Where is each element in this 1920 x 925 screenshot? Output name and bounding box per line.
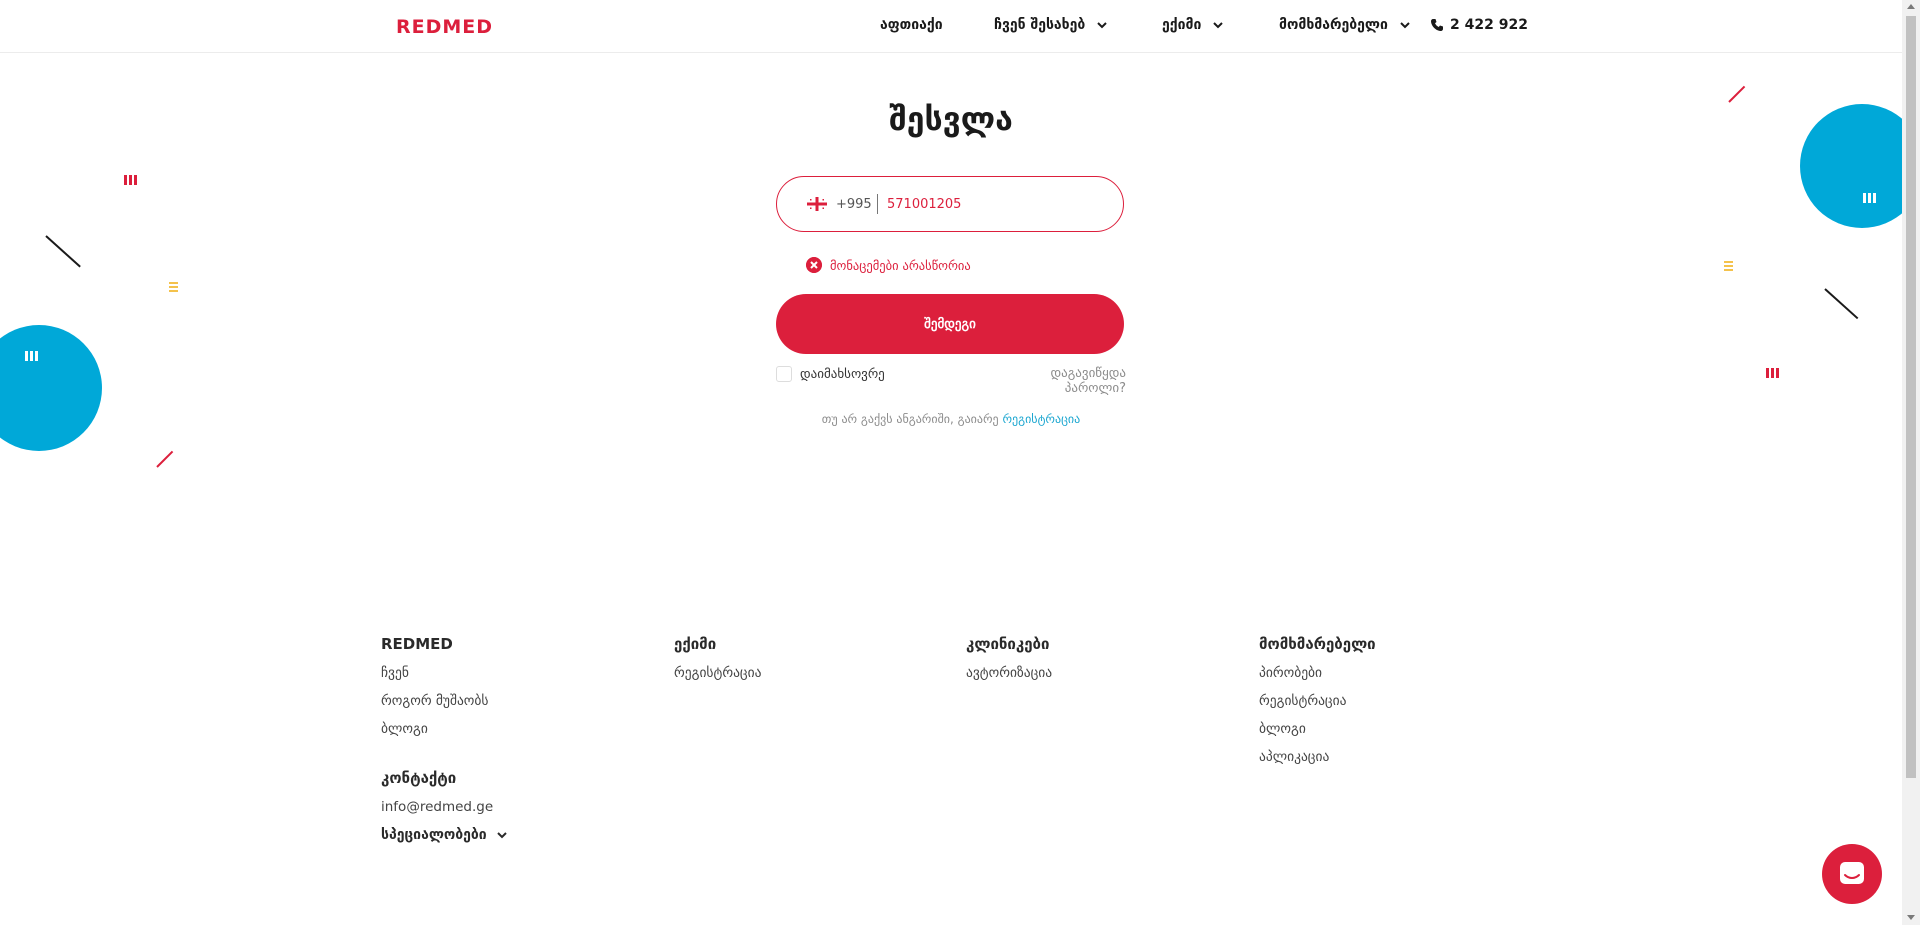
phone-number: 2 422 922 [1450,17,1528,33]
header: REDMED აფთიაქი ჩვენ შესახებ ექიმი მომხმა… [0,0,1902,53]
footer-email[interactable]: info@redmed.ge [381,799,509,815]
decor-red-bars [124,175,137,185]
footer-link[interactable]: როგორ მუშაობს [381,693,509,709]
register-prompt: თუ არ გაქვს ანგარიში, გაიარე რეგისტრაცია [0,412,1902,426]
nav-label: აფთიაქი [880,17,943,33]
next-button[interactable]: შემდეგი [776,294,1124,354]
nav-label: ექიმი [1162,17,1202,33]
country-code[interactable]: +995 [836,197,872,212]
footer-link[interactable]: პირობები [1259,665,1376,681]
nav-doctor[interactable]: ექიმი [1162,17,1225,33]
footer-link[interactable]: რეგისტრაცია [1259,693,1376,709]
footer-column-doctor: ექიმი რეგისტრაცია [674,635,761,693]
nav-user[interactable]: მომხმარებელი [1279,17,1412,33]
page-title: შესვლა [889,100,1013,138]
scroll-thumb[interactable] [1906,16,1916,778]
nav-about[interactable]: ჩვენ შესახებ [994,17,1109,33]
nav-label: მომხმარებელი [1279,17,1388,33]
footer-heading: კლინიკები [966,635,1050,653]
decor-yellow-bars [1724,261,1733,271]
footer-column-user: მომხმარებელი პირობები რეგისტრაცია ბლოგი … [1259,635,1376,777]
no-account-text: თუ არ გაქვს ანგარიში, გაიარე [821,412,999,426]
scroll-down-icon[interactable] [1907,915,1915,920]
footer-column-clinics: კლინიკები ავტორიზაცია [966,635,1052,693]
phone-input[interactable]: +995 571001205 [776,176,1124,232]
register-link[interactable]: რეგისტრაცია [1002,412,1080,426]
phone-icon [1431,19,1443,31]
error-icon [806,257,822,273]
footer-link[interactable]: ავტორიზაცია [966,665,1052,681]
footer-link[interactable]: რეგისტრაცია [674,665,761,681]
footer-link[interactable]: ბლოგი [381,721,509,737]
scroll-up-icon[interactable] [1907,4,1915,9]
decor-line [1824,288,1859,320]
footer-column-redmed: REDMED ჩვენ როგორ მუშაობს ბლოგი კონტაქტი… [381,635,509,843]
chat-icon [1840,862,1864,884]
georgia-flag-icon [807,197,827,211]
chevron-down-icon [496,832,507,839]
decor-red-bars [1766,368,1779,378]
chevron-down-icon [1400,22,1410,29]
nav-label: ჩვენ შესახებ [994,17,1086,33]
logo[interactable]: REDMED [396,16,493,38]
footer-heading: ექიმი [674,635,717,653]
specialties-toggle[interactable]: სპეციალობები [381,827,509,843]
scrollbar[interactable] [1902,0,1920,925]
decor-blue-circle [0,325,102,451]
chat-button[interactable] [1822,844,1882,904]
remember-label: დაიმახსოვრე [800,366,885,382]
footer-link[interactable]: ჩვენ [381,665,509,681]
chevron-down-icon [1213,22,1224,29]
field-divider [877,194,878,214]
remember-me[interactable]: დაიმახსოვრე [776,366,885,382]
remember-checkbox[interactable] [776,366,792,382]
phone-value[interactable]: 571001205 [887,197,961,212]
footer-link[interactable]: აპლიკაცია [1259,749,1376,765]
decor-white-bars [25,351,38,361]
footer-heading: REDMED [381,635,453,653]
chevron-down-icon [1097,22,1107,29]
nav-pharmacy[interactable]: აფთიაქი [880,17,943,33]
decor-yellow-bars [169,282,178,292]
decor-white-bars [1863,193,1876,203]
footer-link[interactable]: ბლოგი [1259,721,1376,737]
decor-line [156,450,174,468]
error-message: მონაცემები არასწორია [806,257,971,273]
forgot-password-link[interactable]: დაგავიწყდა პაროლი? [986,366,1126,396]
header-phone[interactable]: 2 422 922 [1430,17,1528,33]
error-text: მონაცემები არასწორია [830,257,971,273]
footer-heading: მომხმარებელი [1259,635,1376,653]
decor-line [45,235,81,268]
specialties-label: სპეციალობები [381,827,487,843]
footer-heading-contact: კონტაქტი [381,769,457,787]
